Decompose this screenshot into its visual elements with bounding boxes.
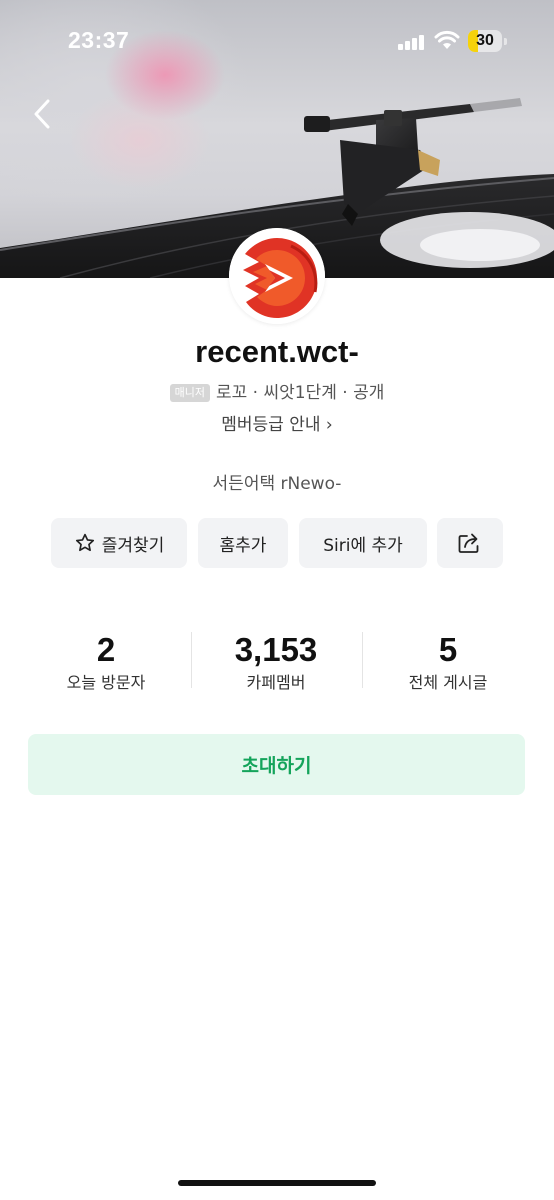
stat-label: 오늘 방문자 <box>66 673 146 692</box>
cellular-signal-icon <box>398 34 426 50</box>
stat-value: 5 <box>438 631 458 668</box>
favorite-label: 즐겨찾기 <box>101 535 165 556</box>
battery-level: 30 <box>476 32 494 49</box>
status-time: 23:37 <box>68 27 130 53</box>
invite-button[interactable]: 초대하기 <box>28 734 525 795</box>
stat-cafe-members[interactable]: 3,153 카페멤버 <box>206 630 346 694</box>
back-button[interactable] <box>26 96 58 132</box>
share-icon <box>457 531 483 555</box>
wifi-icon <box>434 30 460 49</box>
member-grade-guide-link[interactable]: 멤버등급 안내 › <box>0 413 554 437</box>
cafe-avatar <box>229 228 325 324</box>
cafe-logo-icon <box>229 228 325 324</box>
cafe-description: 서든어택 rNewo- <box>212 474 342 494</box>
add-to-siri-label: Siri에 추가 <box>323 535 403 556</box>
stat-today-visitors: 2 오늘 방문자 <box>36 630 176 694</box>
status-bar: 23:37 30 <box>0 0 554 84</box>
stat-value: 3,153 <box>234 631 318 668</box>
stat-divider <box>191 632 192 688</box>
star-icon <box>74 532 96 554</box>
member-meta: 매니저 로꼬 · 씨앗1단계 · 공개 <box>0 381 554 405</box>
add-to-home-label: 홈추가 <box>219 535 267 556</box>
home-indicator <box>178 1180 376 1186</box>
stat-divider <box>362 632 363 688</box>
stat-label: 전체 게시글 <box>408 673 488 692</box>
member-meta-text: 로꼬 · 씨앗1단계 · 공개 <box>216 383 385 403</box>
cafe-name: recent.wct- <box>195 334 359 369</box>
stat-total-posts[interactable]: 5 전체 게시글 <box>378 630 518 694</box>
stat-value: 2 <box>96 631 116 668</box>
role-badge: 매니저 <box>169 384 210 402</box>
add-to-siri-button[interactable]: Siri에 추가 <box>299 518 427 568</box>
battery-icon: 30 <box>468 30 508 52</box>
favorite-button[interactable]: 즐겨찾기 <box>51 518 187 568</box>
chevron-left-icon <box>34 99 50 129</box>
share-button[interactable] <box>437 518 503 568</box>
add-to-home-button[interactable]: 홈추가 <box>198 518 288 568</box>
stat-label: 카페멤버 <box>246 673 306 692</box>
